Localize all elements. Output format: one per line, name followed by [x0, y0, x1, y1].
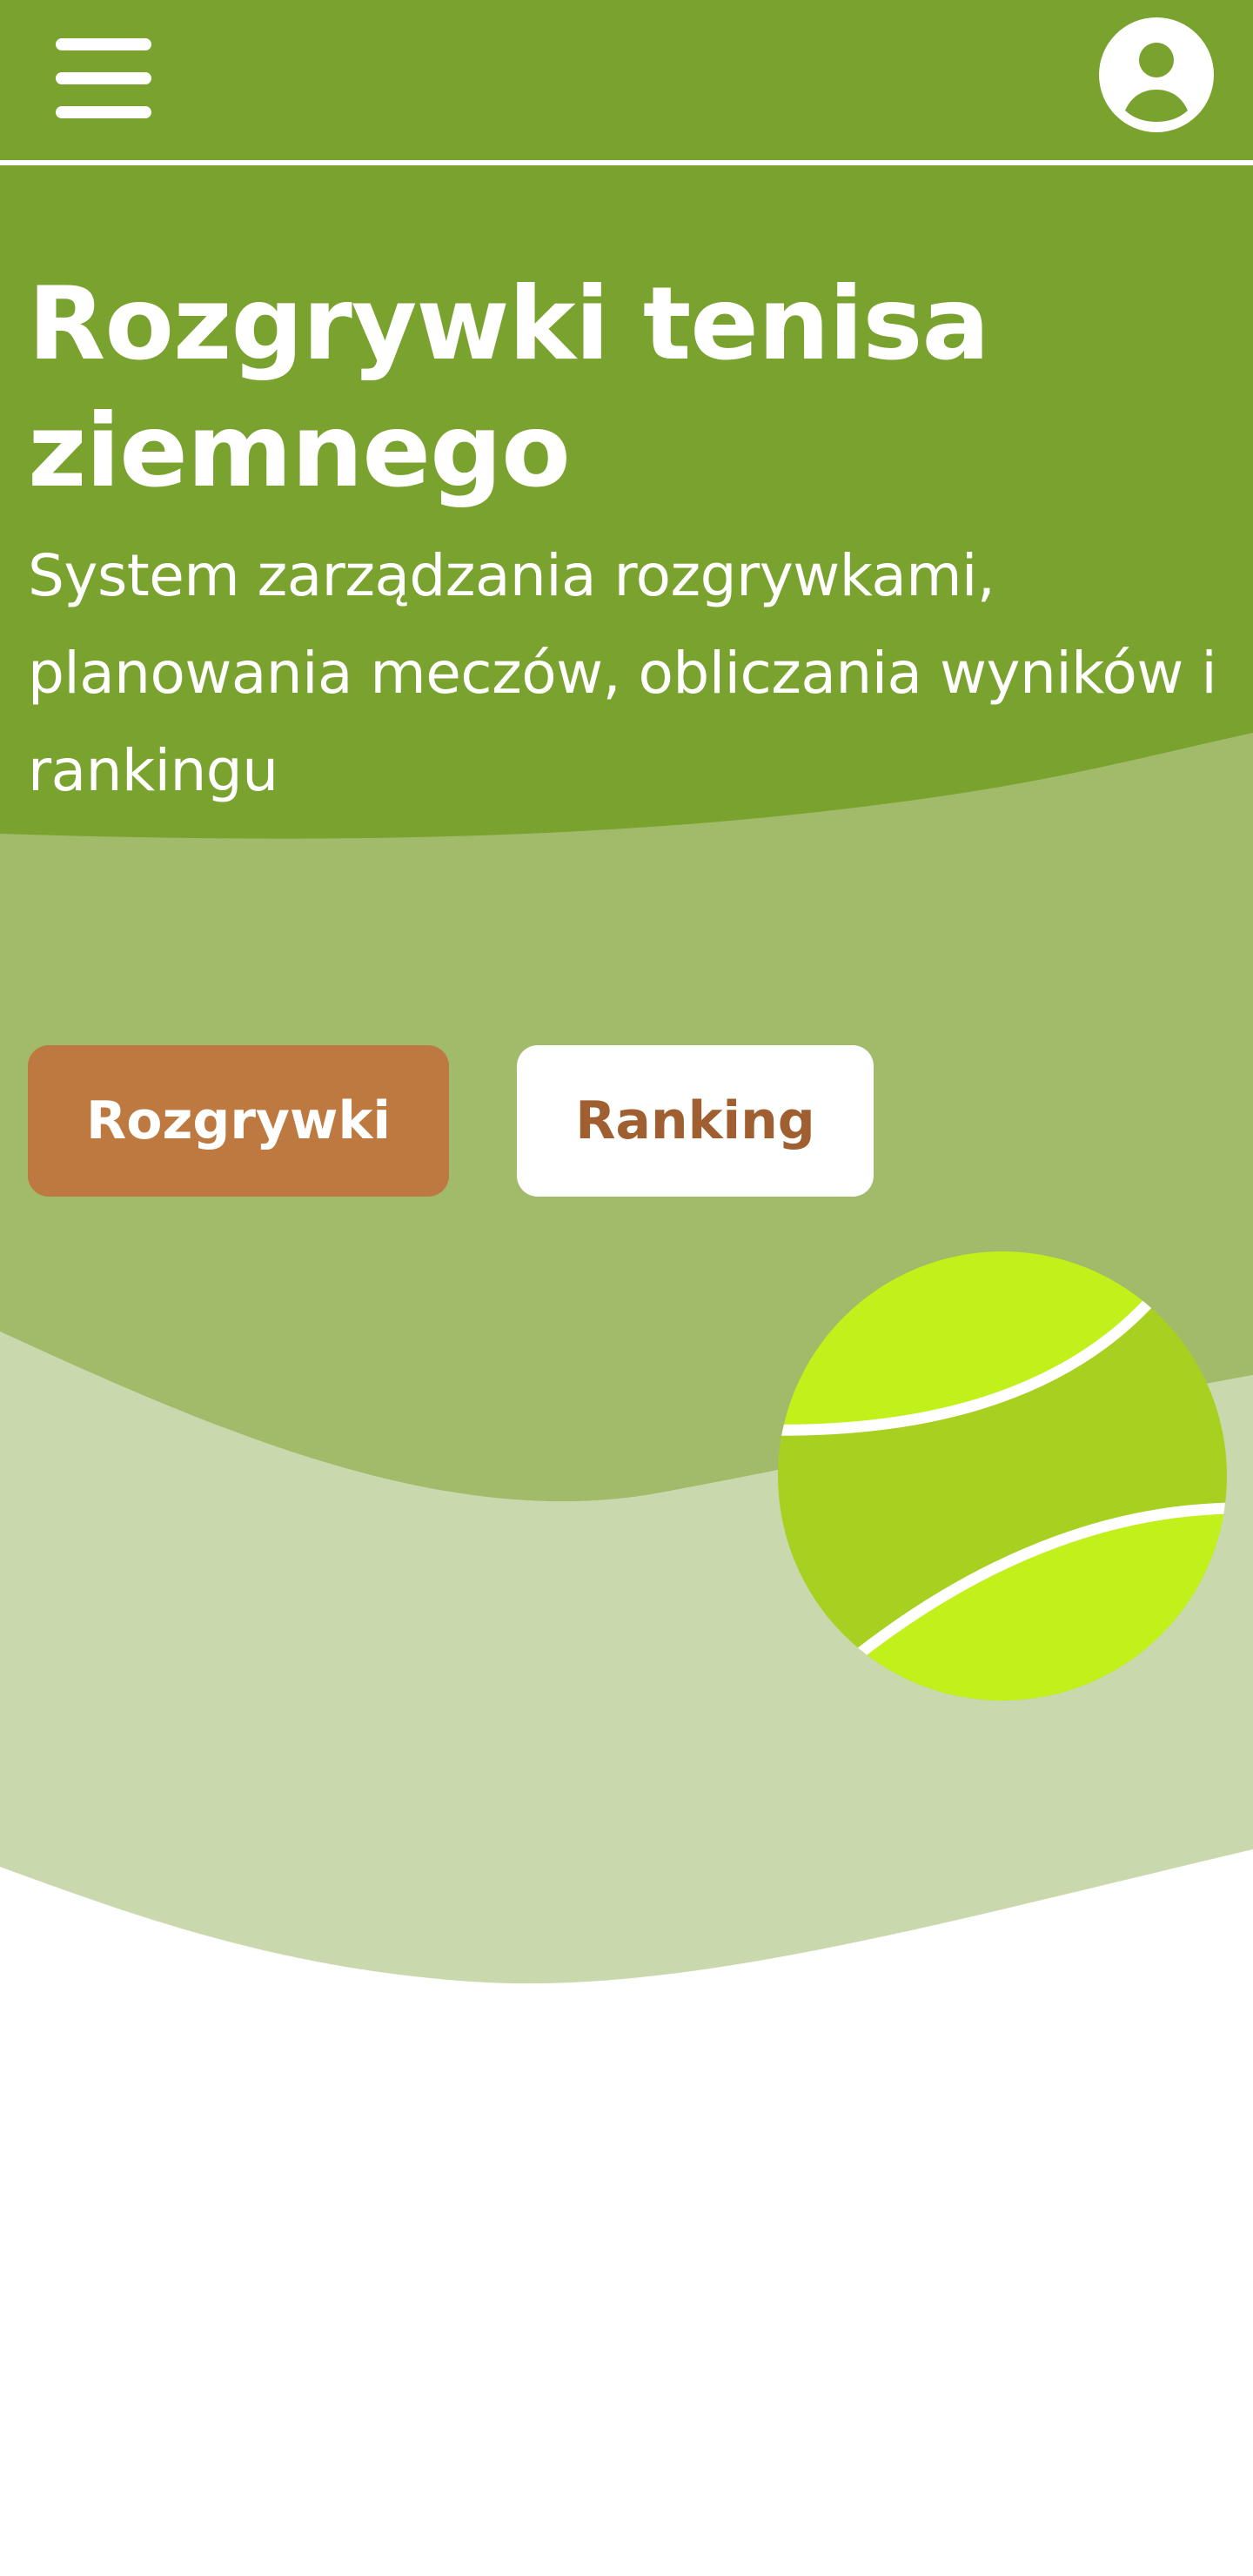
ranking-button[interactable]: Ranking: [517, 1045, 874, 1197]
menu-bar-middle: [56, 72, 151, 84]
page-subtitle: System zarządzania rozgrywkami, planowan…: [28, 542, 1217, 804]
menu-bar-top: [56, 38, 151, 50]
user-account-icon[interactable]: [1099, 17, 1214, 132]
menu-bar-bottom: [56, 106, 151, 118]
tennis-ball-icon: [778, 1251, 1227, 1701]
hamburger-menu-icon[interactable]: [47, 30, 155, 131]
avatar-head: [1139, 43, 1174, 77]
page-title: Rozgrywki tenisa ziemnego: [28, 265, 990, 510]
landing-page: Rozgrywki tenisa ziemnego System zarządz…: [0, 0, 1253, 2576]
competitions-button[interactable]: Rozgrywki: [28, 1045, 449, 1197]
top-app-bar: [0, 0, 1253, 165]
